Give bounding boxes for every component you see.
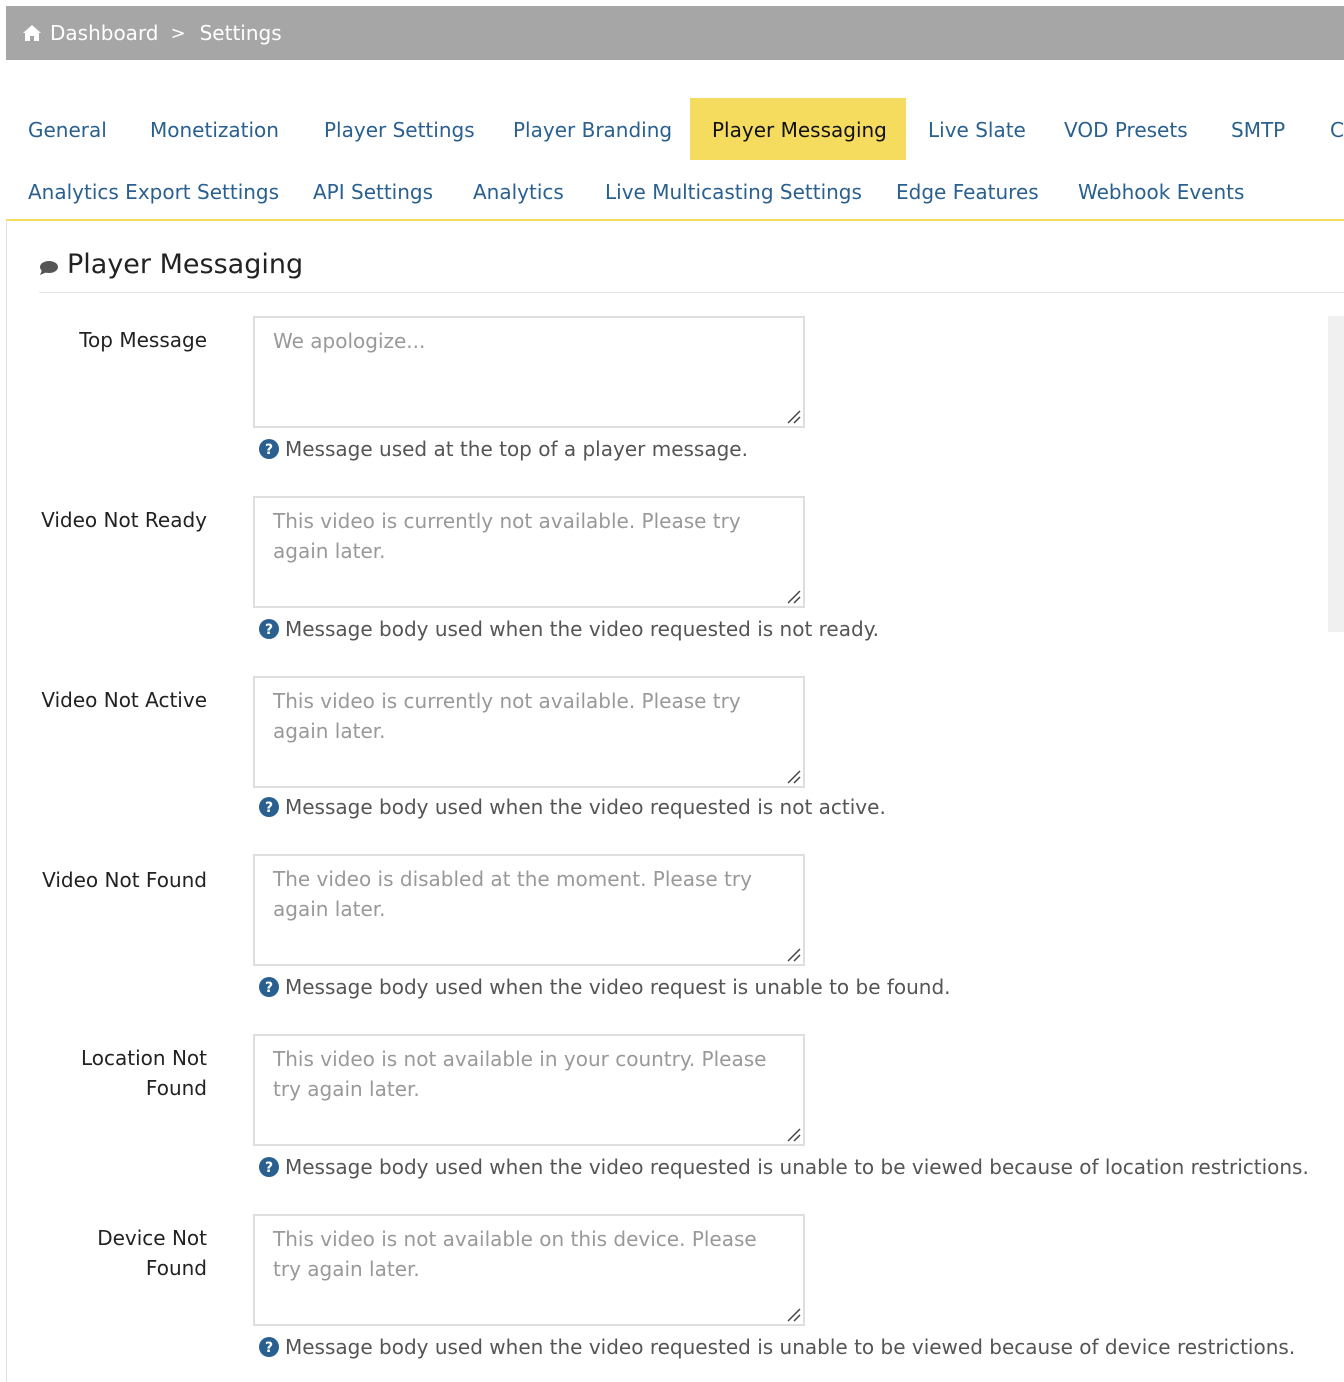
player-messaging-panel: Player Messaging Top Message We apologiz… [6,221,1344,1382]
device-not-found-placeholder: This video is not available on this devi… [273,1227,757,1281]
svg-text:?: ? [265,442,273,458]
svg-text:?: ? [265,980,273,996]
resize-handle-icon[interactable] [787,1308,801,1322]
question-circle-icon: ? [259,1337,279,1357]
breadcrumb-settings: Settings [199,21,282,45]
panel-header: Player Messaging [39,249,303,280]
breadcrumb: Dashboard > Settings [6,6,1344,60]
video-not-active-help: ? Message body used when the video reque… [259,795,886,819]
location-not-found-help: ? Message body used when the video reque… [259,1155,1309,1179]
breadcrumb-dashboard-link[interactable]: Dashboard [50,21,159,45]
location-not-found-label: Location Not Found [81,1046,207,1100]
tab-player-branding[interactable]: Player Branding [491,106,694,154]
question-circle-icon: ? [259,1157,279,1177]
device-not-found-help-text: Message body used when the video request… [285,1335,1296,1359]
video-not-ready-placeholder: This video is currently not available. P… [273,509,741,563]
video-not-ready-help-text: Message body used when the video request… [285,617,880,641]
home-icon [23,25,41,41]
tab-general[interactable]: General [6,106,129,154]
video-not-found-help-text: Message body used when the video request… [285,975,951,999]
video-not-active-textarea[interactable]: This video is currently not available. P… [253,676,805,788]
device-not-found-help: ? Message body used when the video reque… [259,1335,1295,1359]
tab-analytics-export-settings[interactable]: Analytics Export Settings [6,168,301,216]
tab-api-settings[interactable]: API Settings [291,168,455,216]
tab-player-settings[interactable]: Player Settings [302,106,497,154]
video-not-found-label: Video Not Found [42,868,207,892]
video-not-active-placeholder: This video is currently not available. P… [273,689,741,743]
svg-text:?: ? [265,622,273,638]
location-not-found-placeholder: This video is not available in your coun… [273,1047,767,1101]
device-not-found-label: Device Not Found [97,1226,207,1280]
tab-monetization[interactable]: Monetization [128,106,301,154]
video-not-ready-help: ? Message body used when the video reque… [259,617,879,641]
resize-handle-icon[interactable] [787,590,801,604]
video-not-found-help: ? Message body used when the video reque… [259,975,951,999]
device-not-found-textarea[interactable]: This video is not available on this devi… [253,1214,805,1326]
question-circle-icon: ? [259,439,279,459]
svg-text:?: ? [265,1340,273,1356]
resize-handle-icon[interactable] [787,770,801,784]
tab-edge-features[interactable]: Edge Features [874,168,1061,216]
top-message-textarea[interactable]: We apologize... [253,316,805,428]
resize-handle-icon[interactable] [787,410,801,424]
tab-live-multicasting-settings[interactable]: Live Multicasting Settings [583,168,884,216]
video-not-active-help-text: Message body used when the video request… [285,795,886,819]
tab-truncated[interactable]: C [1308,106,1344,154]
page-title: Player Messaging [67,249,304,280]
tab-vod-presets[interactable]: VOD Presets [1042,106,1210,154]
video-not-found-textarea[interactable]: The video is disabled at the moment. Ple… [253,854,805,966]
location-not-found-help-text: Message body used when the video request… [285,1155,1309,1179]
top-message-help-text: Message used at the top of a player mess… [285,437,748,461]
svg-text:?: ? [265,1160,273,1176]
video-not-ready-textarea[interactable]: This video is currently not available. P… [253,496,805,608]
location-not-found-textarea[interactable]: This video is not available in your coun… [253,1034,805,1146]
video-not-ready-label: Video Not Ready [41,508,207,532]
question-circle-icon: ? [259,977,279,997]
tab-smtp[interactable]: SMTP [1209,106,1307,154]
top-message-placeholder: We apologize... [273,329,426,353]
settings-tabs: General Monetization Player Settings Pla… [6,98,1344,221]
breadcrumb-separator: > [170,22,186,44]
top-message-help: ? Message used at the top of a player me… [259,437,748,461]
video-not-active-label: Video Not Active [41,688,207,712]
scrollbar[interactable] [1328,316,1344,632]
header-divider [39,292,1344,293]
question-circle-icon: ? [259,797,279,817]
tab-webhook-events[interactable]: Webhook Events [1056,168,1266,216]
tab-analytics[interactable]: Analytics [451,168,586,216]
video-not-found-placeholder: The video is disabled at the moment. Ple… [273,867,752,921]
tab-live-slate[interactable]: Live Slate [906,106,1048,154]
resize-handle-icon[interactable] [787,948,801,962]
question-circle-icon: ? [259,619,279,639]
tab-player-messaging[interactable]: Player Messaging [690,98,906,160]
svg-text:?: ? [265,800,273,816]
top-message-label: Top Message [79,328,207,352]
chat-bubble-icon [40,260,58,275]
resize-handle-icon[interactable] [787,1128,801,1142]
